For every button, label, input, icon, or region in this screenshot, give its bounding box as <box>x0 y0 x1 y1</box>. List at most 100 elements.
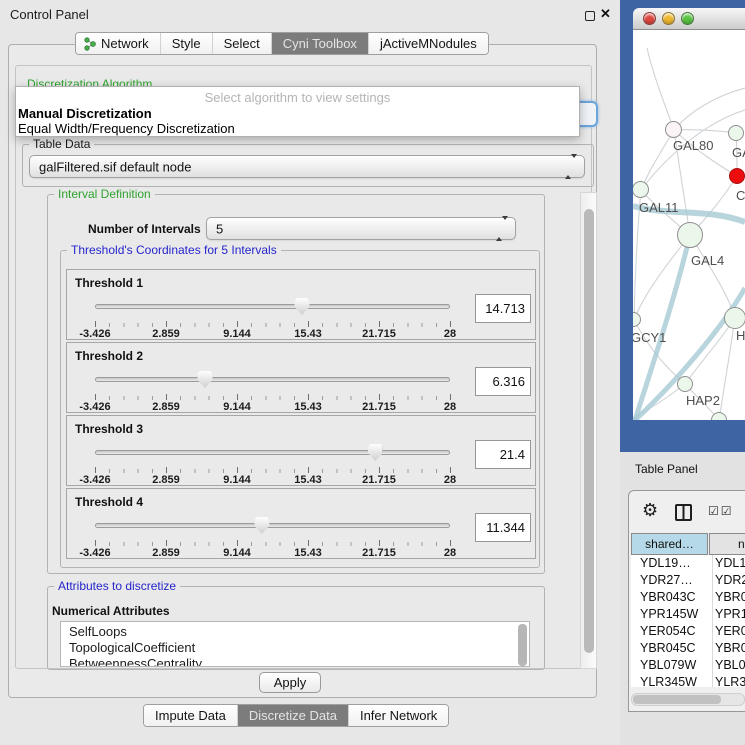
cell[interactable]: YDR2 <box>715 573 745 587</box>
node-top-right[interactable] <box>728 125 744 141</box>
tick-label: 9.144 <box>223 547 251 559</box>
slider-track[interactable] <box>95 304 450 309</box>
checkbox-icons[interactable]: ☑☑ <box>708 504 734 518</box>
cell[interactable]: YPR1 <box>715 607 745 621</box>
tick-label: 2.859 <box>152 401 180 413</box>
threshold-3-slider[interactable]: -3.426 2.859 9.144 15.43 21.715 28 <box>95 444 450 486</box>
column-header-shared-name[interactable]: shared… <box>631 533 708 555</box>
tab-label: Select <box>224 36 260 51</box>
cell[interactable]: YBR043C <box>640 590 696 604</box>
slider-track[interactable] <box>95 450 450 455</box>
close-traffic-light[interactable] <box>643 12 656 25</box>
threshold-4-value-field[interactable]: 11.344 <box>475 513 531 542</box>
tab-select[interactable]: Select <box>213 33 272 54</box>
tick-label: 2.859 <box>152 328 180 340</box>
cell[interactable]: YLR3 <box>715 675 745 687</box>
cell[interactable]: YBL079W <box>640 658 696 672</box>
threshold-4-slider[interactable]: -3.426 2.859 9.144 15.43 21.715 28 <box>95 517 450 559</box>
tab-network[interactable]: Network <box>76 33 161 54</box>
node-label-h: H <box>736 328 745 343</box>
tick-label: 15.43 <box>294 547 322 559</box>
list-item[interactable]: BetweennessCentrality <box>61 656 529 667</box>
close-icon[interactable]: ✕ <box>600 6 611 22</box>
zoom-traffic-light[interactable] <box>681 12 694 25</box>
threshold-2-value-field[interactable]: 6.316 <box>475 367 531 396</box>
threshold-1-value-field[interactable]: 14.713 <box>475 294 531 323</box>
threshold-4-label: Threshold 4 <box>75 495 143 509</box>
tab-impute-data[interactable]: Impute Data <box>144 705 238 726</box>
table-row[interactable]: YPR145W YPR1 <box>631 606 745 623</box>
cell[interactable]: YBR0 <box>715 590 745 604</box>
cell[interactable]: YER054C <box>640 624 696 638</box>
network-canvas[interactable]: GAL80 GA C GAL11 GAL4 GCY1 H HAP2 <box>633 30 745 420</box>
minimize-traffic-light[interactable] <box>662 12 675 25</box>
table-horizontal-scrollbar[interactable] <box>631 693 745 706</box>
cell[interactable]: YDL19… <box>640 556 691 570</box>
float-window-icon[interactable] <box>585 11 595 21</box>
control-panel-tabbar: Network Style Select Cyni Toolbox jActiv… <box>75 32 489 55</box>
list-item[interactable]: SelfLoops <box>61 622 529 640</box>
threshold-3-value-field[interactable]: 21.4 <box>475 440 531 469</box>
list-item[interactable]: TopologicalCoefficient <box>61 640 529 656</box>
table-row[interactable]: YLR345W YLR3 <box>631 674 745 687</box>
tab-label: Cyni Toolbox <box>283 36 357 51</box>
column-header-name[interactable]: na <box>709 533 745 555</box>
settings-scrollbar[interactable] <box>580 192 597 669</box>
table-row[interactable]: YBR043C YBR0 <box>631 589 745 606</box>
combo-arrows-icon <box>496 220 508 238</box>
app-window: Control Panel ✕ Discretization Algorithm… <box>0 0 745 745</box>
tab-infer-network[interactable]: Infer Network <box>349 705 448 726</box>
apply-button[interactable]: Apply <box>259 672 321 693</box>
table-row[interactable]: YDL19… YDL1 <box>631 555 745 572</box>
columns-icon[interactable] <box>675 504 692 521</box>
num-intervals-combobox[interactable]: 5 <box>206 217 516 240</box>
threshold-4-slider-thumb[interactable] <box>254 517 269 534</box>
node-hap2[interactable] <box>677 376 693 392</box>
table-data-combobox[interactable]: galFiltered.sif default node <box>29 155 585 178</box>
algorithm-option-manual[interactable]: Manual Discretization <box>18 106 152 121</box>
cell[interactable]: YDL1 <box>715 556 745 570</box>
tab-label: jActiveMNodules <box>380 36 477 51</box>
slider-track[interactable] <box>95 523 450 528</box>
cell[interactable]: YER0 <box>715 624 745 638</box>
cell[interactable]: YLR345W <box>640 675 697 687</box>
tick-label: 15.43 <box>294 401 322 413</box>
algorithm-option-equal-width[interactable]: Equal Width/Frequency Discretization <box>18 121 235 136</box>
gear-icon[interactable]: ⚙ <box>642 500 658 521</box>
tick-label: 21.715 <box>362 328 396 340</box>
threshold-1-slider[interactable]: -3.426 2.859 9.144 15.43 21.715 28 <box>95 298 450 340</box>
tick-label: 9.144 <box>223 474 251 486</box>
node-label-gcy1: GCY1 <box>633 330 666 345</box>
numerical-attributes-label: Numerical Attributes <box>52 604 170 618</box>
table-row[interactable]: YDR27… YDR2 <box>631 572 745 589</box>
tab-cyni-toolbox[interactable]: Cyni Toolbox <box>272 33 369 54</box>
cell[interactable]: YBR0 <box>715 641 745 655</box>
threshold-2-slider-thumb[interactable] <box>198 371 213 388</box>
tick-label: 15.43 <box>294 328 322 340</box>
table-row[interactable]: YER054C YER0 <box>631 623 745 640</box>
interval-definition-group: Interval Definition Number of Intervals … <box>47 194 545 574</box>
tick-label: 28 <box>444 328 456 340</box>
tab-discretize-data[interactable]: Discretize Data <box>238 705 349 726</box>
threshold-2-slider[interactable]: -3.426 2.859 9.144 15.43 21.715 28 <box>95 371 450 413</box>
table-horizontal-scrollbar-thumb[interactable] <box>633 695 721 704</box>
node-h[interactable] <box>724 307 745 329</box>
cell[interactable]: YDR27… <box>640 573 693 587</box>
cell[interactable]: YBL0 <box>715 658 745 672</box>
tab-jactivemnodules[interactable]: jActiveMNodules <box>369 33 488 54</box>
network-window-titlebar[interactable] <box>633 8 745 30</box>
tab-style[interactable]: Style <box>161 33 213 54</box>
threshold-1-slider-thumb[interactable] <box>294 298 309 315</box>
table-row[interactable]: YBR045C YBR0 <box>631 640 745 657</box>
list-scrollbar[interactable] <box>518 624 527 666</box>
threshold-3-slider-thumb[interactable] <box>368 444 383 461</box>
threshold-1-label: Threshold 1 <box>75 276 143 290</box>
table-row[interactable]: YBL079W YBL0 <box>631 657 745 674</box>
settings-scrollbar-thumb[interactable] <box>584 209 594 653</box>
node-red-selected[interactable] <box>729 168 745 184</box>
node-gal4[interactable] <box>677 222 703 248</box>
cell[interactable]: YPR145W <box>640 607 698 621</box>
cell[interactable]: YBR045C <box>640 641 696 655</box>
slider-track[interactable] <box>95 377 450 382</box>
node-gal80[interactable] <box>665 121 682 138</box>
